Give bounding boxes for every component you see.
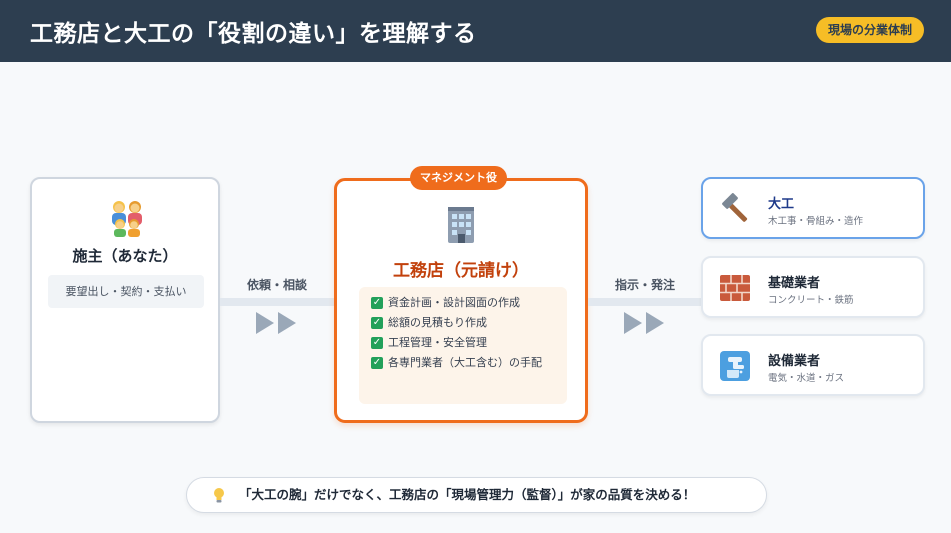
trade-card-utilities: 設備業者 電気・水道・ガス [701, 334, 925, 396]
company-card: マネジメント役 工務店（元請け） ✓ 資金計画・設計図面の作成 ✓ 総額の見積も… [334, 166, 588, 423]
trade-card-carpenter: 大工 木工事・骨組み・造作 [701, 177, 925, 239]
duty-text: 総額の見積もり作成 [388, 316, 487, 329]
connector-label-order: 指示・発注 [614, 278, 675, 292]
duty-text: 資金計画・設計図面の作成 [388, 296, 520, 309]
trade-description: 木工事・骨組み・造作 [768, 216, 864, 227]
check-icon: ✓ [371, 337, 383, 349]
trade-card-foundation: 基礎業者 コンクリート・鉄筋 [701, 256, 925, 318]
connector-order: 指示・発注 [588, 276, 878, 356]
duty-item: ✓ 総額の見積もり作成 [371, 315, 557, 331]
key-message-text: 「大工の腕」だけでなく、工務店の「現場管理力（監督）」が家の品質を決める！ [239, 487, 696, 502]
company-title: 工務店（元請け） [393, 261, 529, 281]
connector-label-request: 依頼・相談 [246, 278, 307, 292]
duty-list: ✓ 資金計画・設計図面の作成 ✓ 総額の見積もり作成 ✓ 工程管理・安全管理 ✓… [359, 287, 567, 404]
header-badge: 現場の分業体制 [815, 17, 924, 43]
trade-name: 設備業者 [768, 354, 821, 369]
connector-request: 依頼・相談 [220, 276, 334, 356]
faucet-icon [720, 351, 750, 381]
brick-icon [720, 275, 750, 301]
building-icon [448, 207, 474, 243]
check-icon: ✓ [371, 357, 383, 369]
key-message: 「大工の腕」だけでなく、工務店の「現場管理力（監督）」が家の品質を決める！ [186, 477, 767, 513]
double-arrow-icon [256, 312, 296, 334]
trade-name: 大工 [768, 197, 795, 212]
management-badge: マネジメント役 [410, 166, 507, 190]
header-bar: 工務店と大工の「役割の違い」を理解する 現場の分業体制 [0, 0, 951, 62]
trade-description: コンクリート・鉄筋 [768, 295, 854, 306]
page-title: 工務店と大工の「役割の違い」を理解する [30, 21, 477, 47]
duty-item: ✓ 各専門業者（大工含む）の手配 [371, 355, 557, 371]
double-arrow-icon [624, 312, 664, 334]
trade-name: 基礎業者 [768, 276, 821, 291]
owner-card: 施主（あなた） 要望出し・契約・支払い [30, 177, 220, 423]
owner-title: 施主（あなた） [72, 247, 178, 265]
connector-line [220, 298, 334, 306]
duty-item: ✓ 資金計画・設計図面の作成 [371, 295, 557, 311]
duty-text: 工程管理・安全管理 [388, 336, 487, 349]
check-icon: ✓ [371, 317, 383, 329]
check-icon: ✓ [371, 297, 383, 309]
hammer-icon [722, 193, 748, 222]
lightbulb-icon [214, 488, 224, 503]
owner-tasks: 要望出し・契約・支払い [48, 275, 204, 308]
family-icon [112, 201, 142, 237]
trade-description: 電気・水道・ガス [768, 373, 845, 384]
duty-item: ✓ 工程管理・安全管理 [371, 335, 557, 351]
duty-text: 各専門業者（大工含む）の手配 [388, 356, 542, 369]
